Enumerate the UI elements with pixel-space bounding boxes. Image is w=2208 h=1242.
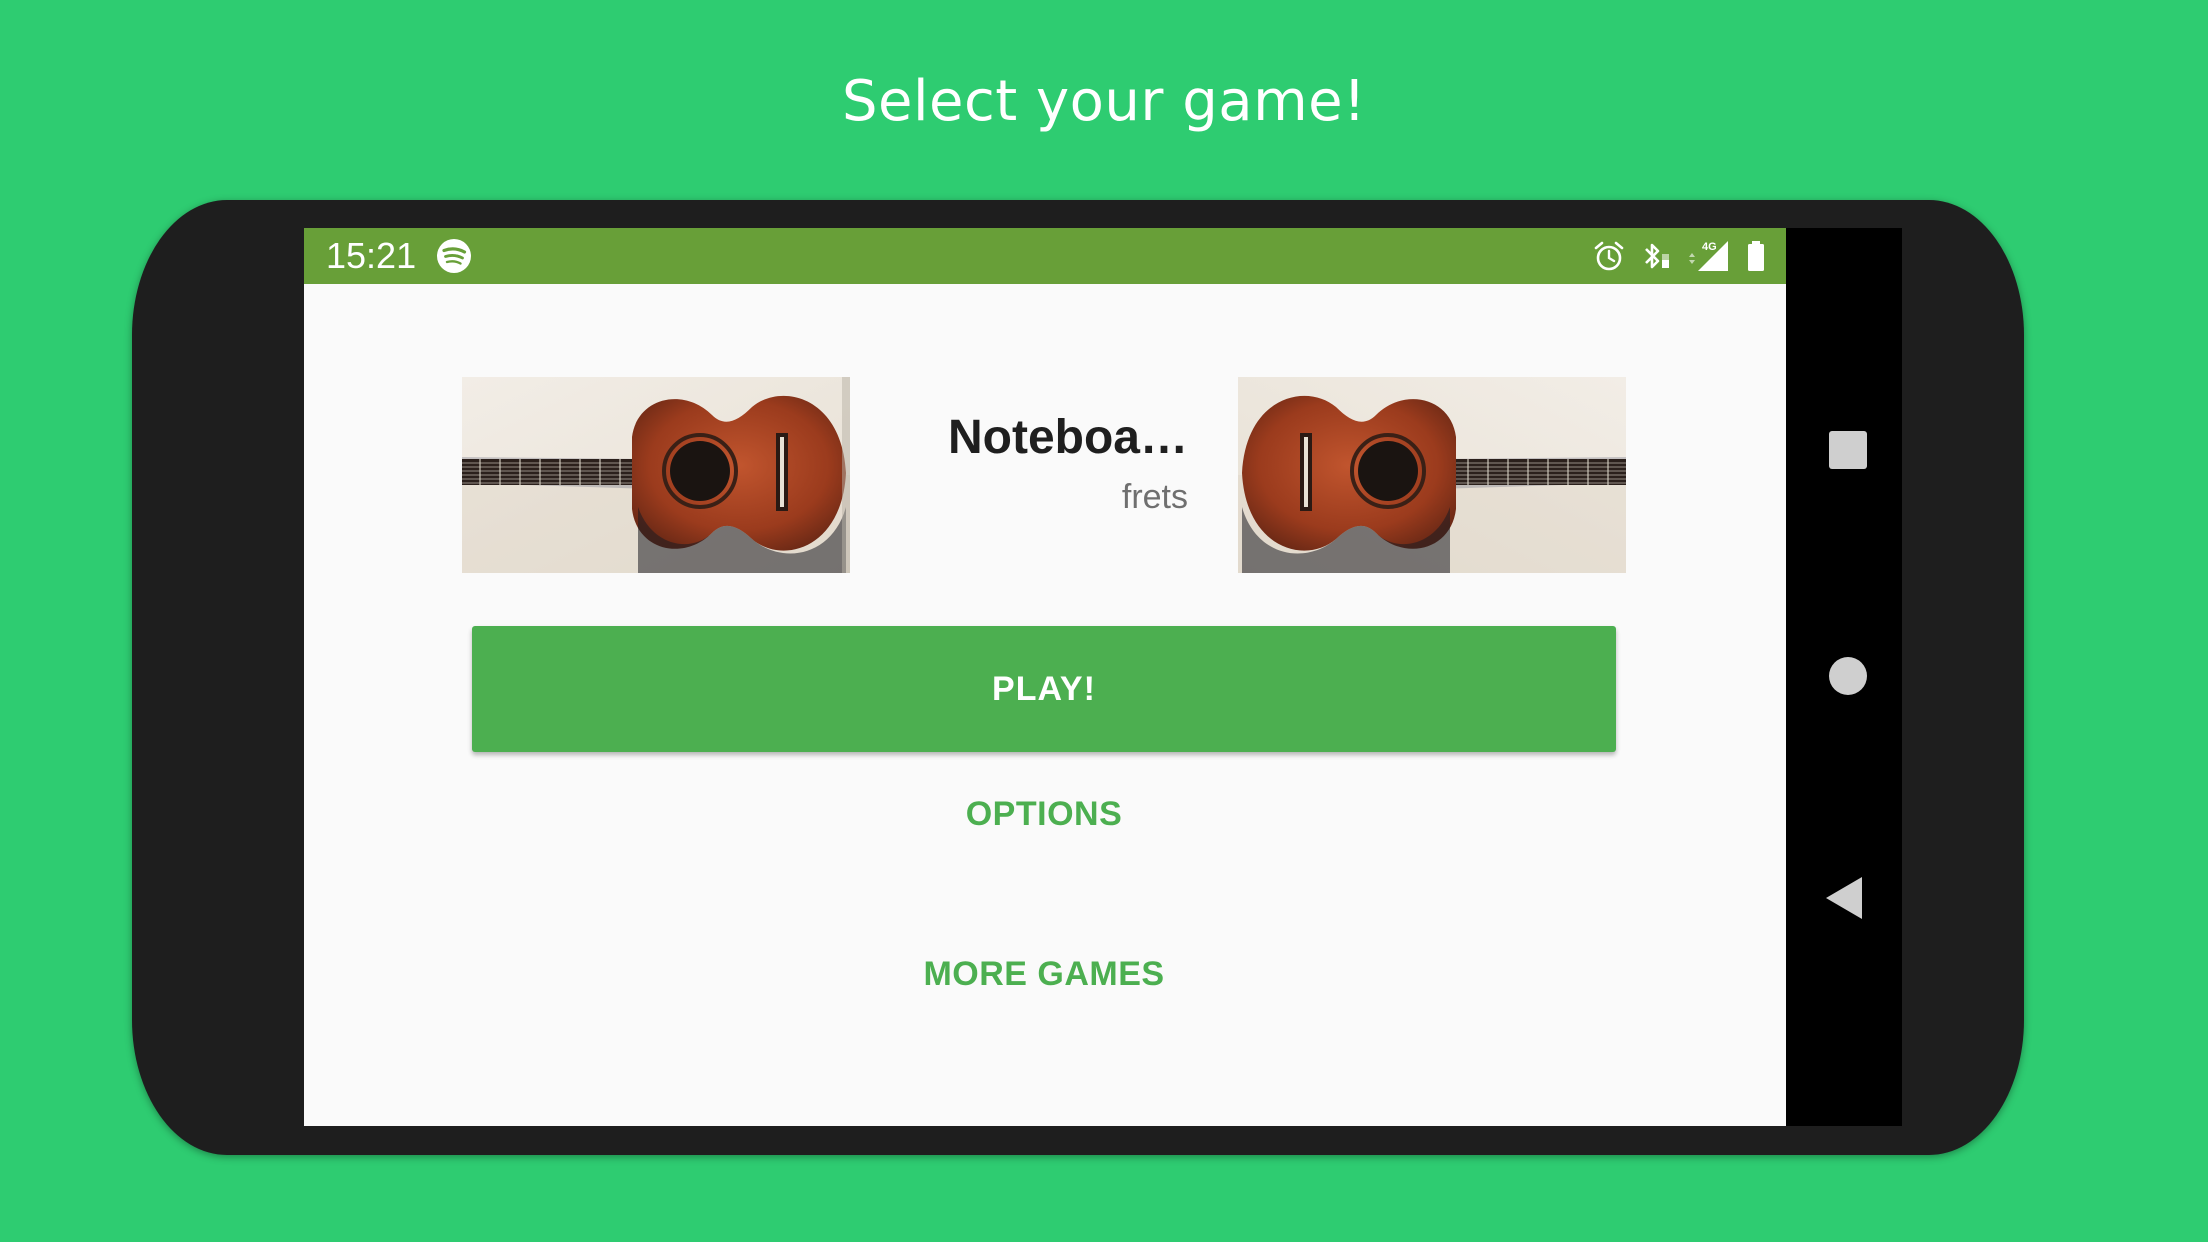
spotify-icon	[436, 238, 472, 274]
guitar-image-left	[462, 377, 850, 573]
back-triangle-icon[interactable]	[1826, 877, 1862, 919]
more-games-button[interactable]: MORE GAMES	[472, 934, 1616, 1014]
navigation-bar	[1786, 228, 1902, 1126]
game-title: Noteboa…	[948, 411, 1188, 464]
svg-text:4G: 4G	[1702, 241, 1717, 253]
home-circle-icon[interactable]	[1829, 657, 1867, 695]
bluetooth-icon	[1638, 238, 1674, 274]
page-headline: Select your game!	[841, 69, 1367, 134]
battery-icon	[1744, 238, 1768, 274]
phone-screen: 15:21 4G Noteboa… frets PLAY! OPTIONS MO…	[304, 228, 1902, 1126]
4g-signal-icon: 4G	[1686, 238, 1732, 274]
recents-square-icon[interactable]	[1829, 431, 1867, 469]
status-bar: 15:21 4G	[304, 228, 1786, 284]
status-icons: 4G	[1592, 236, 1768, 276]
options-button[interactable]: OPTIONS	[472, 774, 1616, 854]
guitar-image-right	[1238, 377, 1626, 573]
game-subtitle: frets	[1121, 478, 1188, 516]
status-time: 15:21	[326, 235, 417, 276]
app-content: Noteboa… frets PLAY! OPTIONS MORE GAMES	[304, 284, 1786, 1126]
play-button[interactable]: PLAY!	[472, 626, 1616, 752]
alarm-icon	[1592, 239, 1626, 273]
